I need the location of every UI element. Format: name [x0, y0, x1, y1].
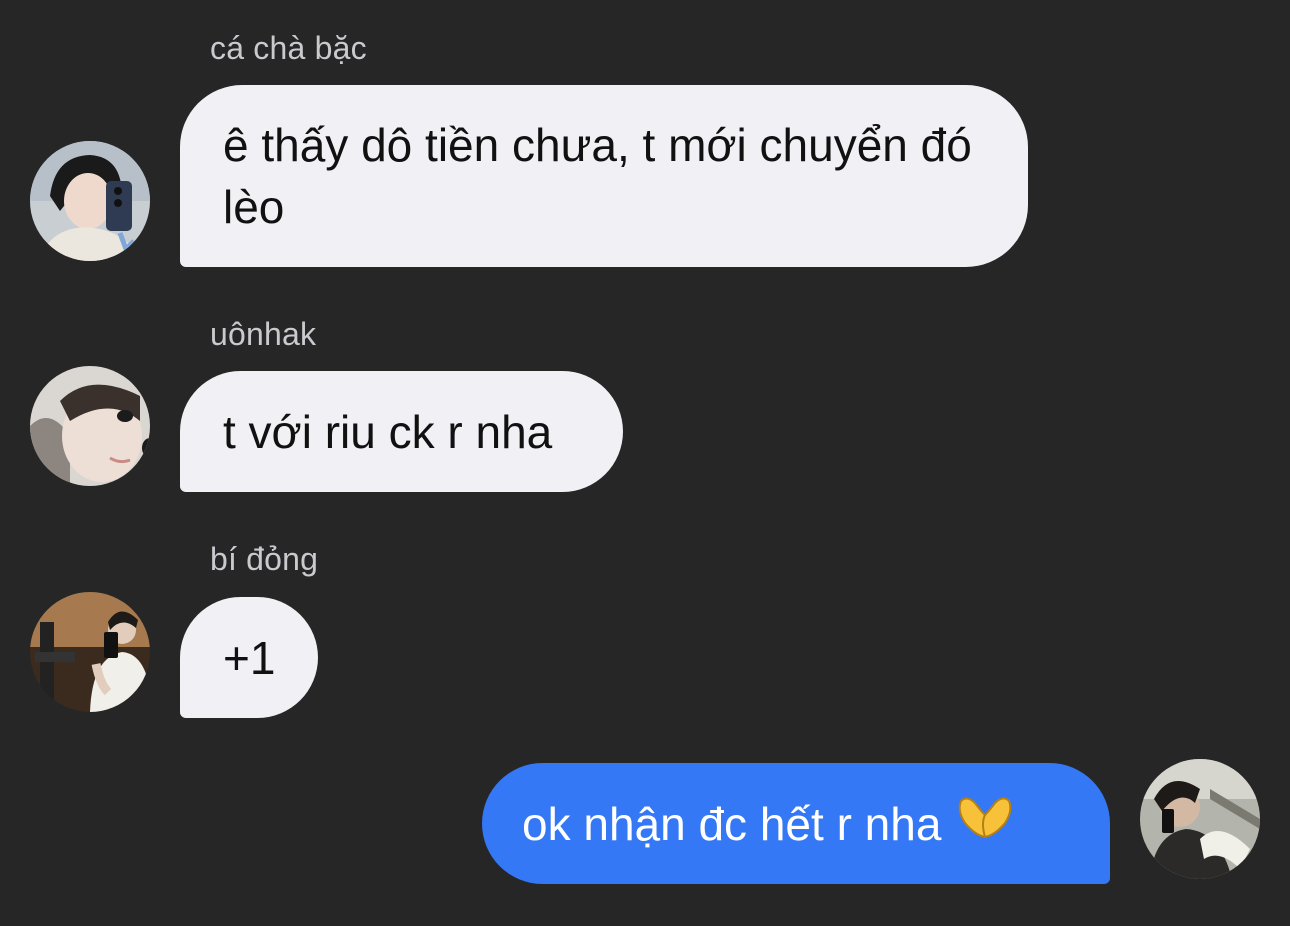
avatar[interactable] [1140, 759, 1260, 879]
avatar-photo-icon [30, 141, 150, 261]
message-bubble[interactable]: ê thấy dô tiền chưa, t mới chuyển đó lèo [180, 85, 1028, 267]
message-bubble[interactable]: ok nhận đc hết r nha [482, 763, 1110, 884]
heart-hands-icon [955, 792, 1015, 854]
message-text: ok nhận đc hết r nha [522, 798, 942, 850]
avatar[interactable] [30, 141, 150, 261]
sender-name: bí đỏng [210, 541, 319, 577]
avatar-photo-icon [30, 366, 150, 486]
avatar[interactable] [30, 592, 150, 712]
avatar-photo-icon [1140, 759, 1260, 879]
message-bubble[interactable]: t với riu ck r nha [180, 371, 623, 492]
message-bubble[interactable]: +1 [180, 597, 318, 718]
avatar[interactable] [30, 366, 150, 486]
sender-name: uônhak [210, 316, 317, 352]
chat-transcript: cá chà bặc ê thấy dô tiền chưa, t mới ch… [0, 0, 1290, 926]
sender-name: cá chà bặc [210, 30, 367, 66]
avatar-photo-icon [30, 592, 150, 712]
